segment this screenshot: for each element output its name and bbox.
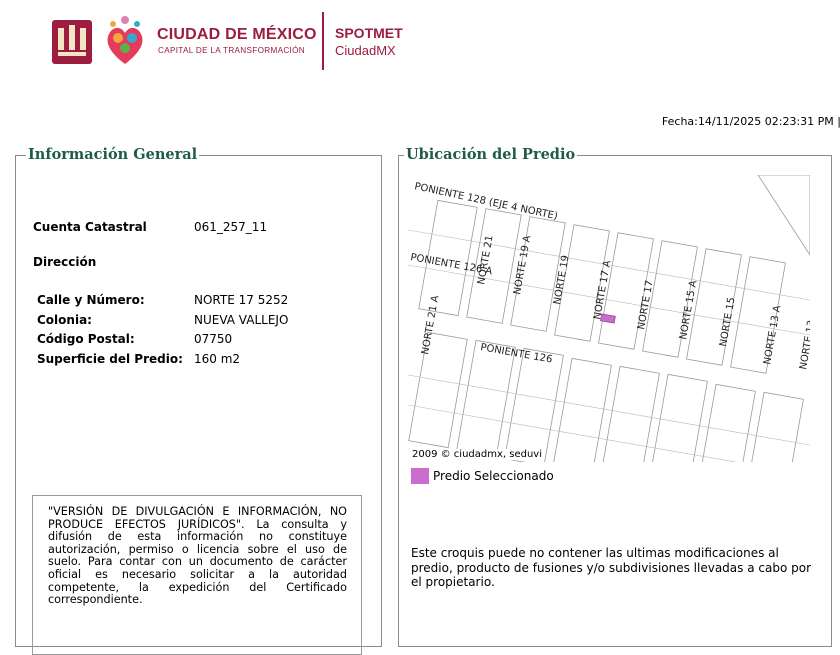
- informacion-general-legend: Información General: [26, 146, 200, 163]
- brand-title: CIUDAD DE MÉXICO: [157, 26, 317, 43]
- ubicacion-predio-panel: Ubicación del Predio PONIENTE 128 (EJE 4…: [398, 146, 832, 647]
- brand-subtitle: CAPITAL DE LA TRANSFORMACIÓN: [158, 46, 306, 55]
- predio-legend-swatch: [411, 468, 429, 484]
- page-header: CIUDAD DE MÉXICO CAPITAL DE LA TRANSFORM…: [0, 0, 840, 90]
- fecha-timestamp: Fecha:14/11/2025 02:23:31 PM |: [661, 115, 840, 128]
- cdmx-heart-logo: [107, 16, 143, 65]
- colonia-value: NUEVA VALLEJO: [194, 313, 289, 327]
- app-subtitle: CiudadMX: [335, 43, 396, 58]
- predio-legend-label: Predio Seleccionado: [433, 469, 554, 483]
- calle-value: NORTE 17 5252: [194, 293, 289, 307]
- superficie-value: 160 m2: [194, 352, 241, 366]
- parcel-map-drawing: PONIENTE 128 (EJE 4 NORTE) PONIENTE 126 …: [408, 175, 810, 462]
- cdmx-seal-logo: [52, 20, 92, 64]
- ubicacion-predio-legend: Ubicación del Predio: [404, 146, 578, 163]
- map-credit: 2009 © ciudadmx, seduvi: [410, 449, 545, 460]
- parcel-map[interactable]: PONIENTE 128 (EJE 4 NORTE) PONIENTE 126 …: [408, 175, 810, 462]
- superficie-label: Superficie del Predio:: [37, 352, 183, 366]
- cuenta-catastral-value: 061_257_11: [194, 220, 268, 234]
- informacion-general-panel: Información General Cuenta Catastral 061…: [15, 146, 382, 655]
- app-title: SPOTMET: [335, 25, 403, 41]
- direccion-label: Dirección: [33, 255, 97, 269]
- calle-label: Calle y Número:: [37, 293, 145, 307]
- croquis-note: Este croquis puede no contener las ultim…: [411, 546, 812, 589]
- header-divider: [322, 12, 324, 70]
- codigo-postal-label: Código Postal:: [37, 332, 135, 346]
- legal-disclaimer: "VERSIÓN DE DIVULGACIÓN E INFORMACIÓN, N…: [32, 495, 362, 655]
- codigo-postal-value: 07750: [194, 332, 233, 346]
- street-label: NORTE 13: [798, 319, 810, 370]
- colonia-label: Colonia:: [37, 313, 92, 327]
- cuenta-catastral-label: Cuenta Catastral: [33, 220, 147, 234]
